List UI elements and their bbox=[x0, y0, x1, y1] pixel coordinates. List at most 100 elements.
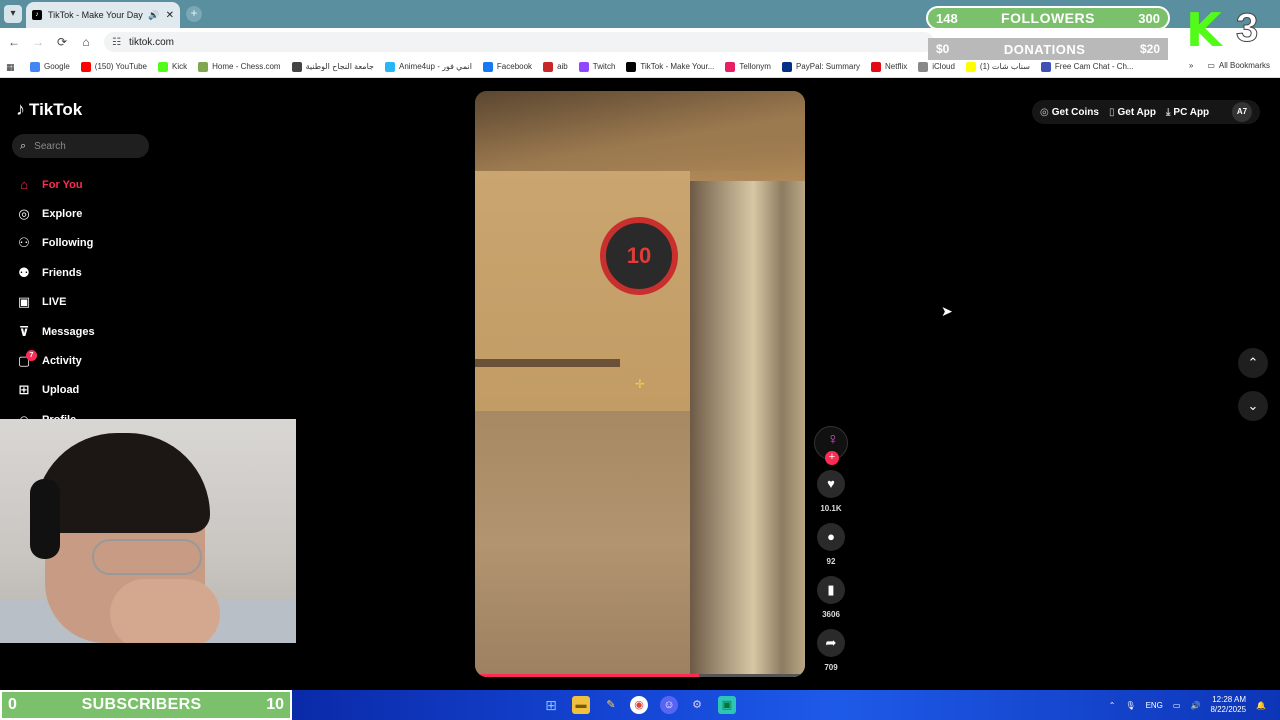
audio-playing-icon[interactable]: 🔊 bbox=[148, 10, 159, 21]
bookmark-item[interactable]: aib bbox=[543, 61, 568, 72]
sidebar-item-upload[interactable]: ⊞ Upload bbox=[16, 376, 95, 405]
notification-bell-icon[interactable]: 🔔 bbox=[1256, 701, 1266, 710]
share-action[interactable]: ➦ 709 bbox=[814, 629, 848, 672]
next-video-button[interactable]: ⌄ bbox=[1238, 391, 1268, 421]
bookmark-item[interactable]: Google bbox=[30, 61, 70, 72]
forward-button[interactable]: → bbox=[30, 34, 46, 50]
sidebar-item-friends[interactable]: ⚉ Friends bbox=[16, 258, 95, 287]
sidebar-nav: ⌂ For You ◎ Explore ⚇ Following ⚉ Friends ▣ LIVE ⊽… bbox=[16, 170, 95, 435]
windows-taskbar: ⊞ ▬ ✎ ◉ ☺ ⚙ ▣ ⌃ 🎙 ENG ▭ 🔊 12:28 AM 8/22/… bbox=[292, 690, 1280, 720]
tiktok-logo[interactable]: ♪ TikTok bbox=[16, 99, 82, 120]
language-indicator[interactable]: ENG bbox=[1146, 701, 1163, 710]
webcam-hand bbox=[110, 579, 220, 643]
clock[interactable]: 12:28 AM 8/22/2025 bbox=[1210, 695, 1246, 715]
webcam-headphones bbox=[30, 479, 60, 559]
more-bookmarks-icon[interactable]: » bbox=[1189, 61, 1193, 70]
back-button[interactable]: ← bbox=[6, 34, 22, 50]
save-count: 3606 bbox=[822, 610, 840, 619]
bookmark-icon[interactable]: ▮ bbox=[817, 576, 845, 604]
follow-plus-button[interactable]: + bbox=[825, 451, 839, 465]
like-action[interactable]: ♥ 10.1K bbox=[814, 470, 848, 513]
video-player[interactable]: 10 ✛ bbox=[475, 91, 805, 677]
windows-start-icon[interactable]: ⊞ bbox=[542, 696, 560, 714]
app-icon[interactable]: ✎ bbox=[602, 696, 620, 714]
bookmark-item[interactable]: TikTok - Make Your... bbox=[626, 61, 715, 72]
user-avatar[interactable]: A7 bbox=[1232, 102, 1252, 122]
steam-icon[interactable]: ⚙ bbox=[688, 696, 706, 714]
sidebar-item-following[interactable]: ⚇ Following bbox=[16, 229, 95, 258]
bookmark-item[interactable]: PayPal: Summary bbox=[781, 61, 860, 72]
webcam-glasses bbox=[92, 539, 202, 575]
bookmark-label: TikTok - Make Your... bbox=[640, 62, 715, 71]
bookmark-item[interactable]: جامعة النجاح الوطنية bbox=[291, 61, 374, 72]
donations-goal-overlay: $0 DONATIONS $20 bbox=[928, 38, 1168, 60]
bookmark-item[interactable]: Facebook bbox=[482, 61, 532, 72]
sidebar-item-live[interactable]: ▣ LIVE bbox=[16, 288, 95, 317]
webcam-hair bbox=[35, 433, 210, 533]
followers-label: FOLLOWERS bbox=[1001, 10, 1095, 26]
subscribers-current: 0 bbox=[8, 696, 17, 713]
save-action[interactable]: ▮ 3606 bbox=[814, 576, 848, 619]
bookmark-item[interactable]: Free Cam Chat - Ch... bbox=[1040, 61, 1134, 72]
comment-icon[interactable]: ● bbox=[817, 523, 845, 551]
address-bar[interactable]: ☷ tiktok.com bbox=[104, 32, 934, 52]
sidebar-item-activity[interactable]: ▢ Activity 7 bbox=[16, 346, 95, 375]
video-progress-bar[interactable] bbox=[475, 674, 805, 677]
bookmark-item[interactable]: Tellonym bbox=[725, 61, 771, 72]
bookmark-item[interactable]: Netflix bbox=[871, 61, 907, 72]
reload-button[interactable]: ⟳ bbox=[54, 34, 70, 50]
bookmark-label: Anime4up - انمي فور bbox=[398, 62, 472, 71]
bookmark-item[interactable]: (1) سناب شات bbox=[965, 61, 1030, 72]
bookmark-item[interactable]: Twitch bbox=[578, 61, 615, 72]
sidebar-item-explore[interactable]: ◎ Explore bbox=[16, 199, 95, 228]
creator-avatar[interactable]: ♀ + bbox=[814, 426, 848, 465]
sidebar-item-label: Upload bbox=[42, 384, 80, 397]
new-tab-button[interactable]: + bbox=[186, 6, 202, 22]
discord-icon[interactable]: ☺ bbox=[660, 696, 678, 714]
get-coins-label: Get Coins bbox=[1051, 106, 1099, 118]
video-progress-fill bbox=[475, 674, 700, 677]
comment-action[interactable]: ● 92 bbox=[814, 523, 848, 566]
previous-video-button[interactable]: ⌃ bbox=[1238, 348, 1268, 378]
obs-app-icon[interactable]: ▣ bbox=[718, 696, 736, 714]
comment-count: 92 bbox=[826, 557, 836, 566]
get-coins-button[interactable]: ◎ Get Coins bbox=[1040, 107, 1099, 118]
bookmark-item[interactable]: Anime4up - انمي فور bbox=[384, 61, 472, 72]
file-explorer-icon[interactable]: ▬ bbox=[572, 696, 590, 714]
tab-search-button[interactable]: ▾ bbox=[4, 5, 22, 23]
video-ceiling bbox=[475, 91, 805, 171]
download-icon: ⤓ bbox=[1166, 106, 1171, 118]
all-bookmarks[interactable]: » ▭ All Bookmarks bbox=[1189, 61, 1270, 70]
browser-tab-tiktok[interactable]: ♪ TikTok - Make Your Day 🔊 ✕ bbox=[26, 2, 180, 28]
search-input[interactable]: ⌕ Search bbox=[12, 134, 149, 158]
network-icon[interactable]: ▭ bbox=[1173, 701, 1181, 710]
apps-grid-icon[interactable]: ▦ bbox=[6, 62, 16, 72]
heart-icon[interactable]: ♥ bbox=[817, 470, 845, 498]
bookmark-item[interactable]: Home - Chess.com bbox=[198, 61, 281, 72]
microphone-icon[interactable]: 🎙 bbox=[1125, 701, 1135, 710]
home-button[interactable]: ⌂ bbox=[78, 34, 94, 50]
bookmark-label: Tellonym bbox=[739, 62, 771, 71]
bookmark-label: aib bbox=[557, 62, 568, 71]
volume-icon[interactable]: 🔊 bbox=[1190, 701, 1200, 710]
sidebar-item-messages[interactable]: ⊽ Messages bbox=[16, 317, 95, 346]
share-icon[interactable]: ➦ bbox=[817, 629, 845, 657]
chevron-down-icon: ⌄ bbox=[1247, 398, 1259, 413]
bookmark-item[interactable]: Kick bbox=[158, 61, 187, 72]
chevron-up-icon: ⌃ bbox=[1247, 355, 1259, 370]
get-app-button[interactable]: ▯ Get App bbox=[1109, 107, 1156, 118]
chrome-icon[interactable]: ◉ bbox=[630, 696, 648, 714]
followers-current: 148 bbox=[936, 10, 958, 26]
sidebar-item-label: Messages bbox=[42, 325, 95, 338]
phone-icon: ▯ bbox=[1108, 106, 1115, 118]
site-info-icon[interactable]: ☷ bbox=[112, 37, 121, 48]
bookmark-favicon-icon bbox=[30, 61, 40, 72]
sidebar-item-for-you[interactable]: ⌂ For You bbox=[16, 170, 95, 199]
close-tab-icon[interactable]: ✕ bbox=[166, 10, 174, 21]
tray-chevron-icon[interactable]: ⌃ bbox=[1109, 701, 1116, 710]
sidebar-item-label: Friends bbox=[42, 266, 82, 279]
bookmark-item[interactable]: iCloud bbox=[918, 61, 955, 72]
like-count: 10.1K bbox=[820, 504, 842, 513]
bookmark-item[interactable]: (150) YouTube bbox=[80, 61, 147, 72]
pc-app-button[interactable]: ⤓ PC App bbox=[1166, 107, 1209, 118]
